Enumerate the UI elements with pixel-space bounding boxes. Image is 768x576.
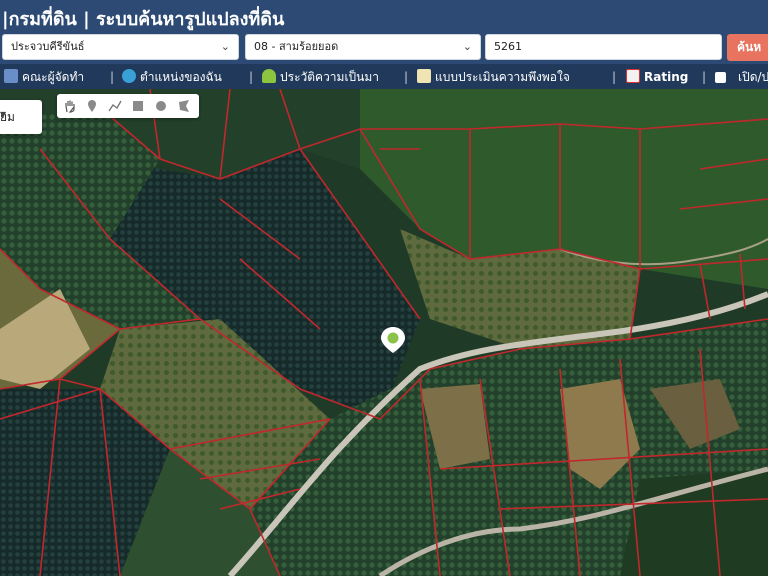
satellite-map[interactable] xyxy=(0,89,768,576)
checkbox-icon[interactable] xyxy=(715,72,726,83)
search-button-label: ค้นห xyxy=(737,40,762,54)
draw-toolbar xyxy=(57,94,199,118)
app-header: |กรมที่ดิน | ระบบค้นหารูปแปลงที่ดิน xyxy=(0,0,768,33)
map-canvas[interactable] xyxy=(0,89,768,576)
menu-divider: | xyxy=(404,70,409,84)
province-select[interactable]: ประจวบคีรีขันธ์ ⌄ xyxy=(2,34,239,60)
square-icon[interactable] xyxy=(129,97,147,115)
menu-item-history[interactable]: ประวัติความเป็นมา xyxy=(262,68,379,86)
circle-icon[interactable] xyxy=(152,97,170,115)
menu-item-toggle[interactable]: เปิด/ป xyxy=(715,68,768,86)
menu-bar: คณะผู้จัดทำ | ตำแหน่งของฉัน | ประวัติควา… xyxy=(0,64,768,89)
menu-item-label: ประวัติความเป็นมา xyxy=(280,70,380,84)
globe-icon xyxy=(122,69,136,83)
menu-item-survey[interactable]: แบบประเมินความพึงพอใจ xyxy=(417,68,570,86)
menu-item-my-location[interactable]: ตำแหน่งของฉัน xyxy=(122,68,222,86)
basemap-select[interactable]: ยม ▼ xyxy=(0,100,42,134)
chevron-down-icon: ⌄ xyxy=(462,40,472,53)
district-value: 08 - สามร้อยยอด xyxy=(254,40,339,53)
chart-icon xyxy=(626,69,640,83)
menu-item-rating[interactable]: Rating xyxy=(626,68,688,86)
line-icon[interactable] xyxy=(106,97,124,115)
sprout-icon xyxy=(262,69,276,83)
menu-divider: | xyxy=(702,70,707,84)
menu-item-label: Rating xyxy=(644,70,689,84)
chevron-down-icon: ⌄ xyxy=(220,40,230,53)
document-icon xyxy=(417,69,431,83)
menu-item-team[interactable]: คณะผู้จัดทำ xyxy=(4,68,84,86)
menu-divider: | xyxy=(110,70,115,84)
polygon-icon[interactable] xyxy=(175,97,193,115)
hand-icon[interactable] xyxy=(61,97,79,115)
menu-item-label: แบบประเมินความพึงพอใจ xyxy=(435,70,570,84)
district-select[interactable]: 08 - สามร้อยยอด ⌄ xyxy=(245,34,481,60)
page-title: |กรมที่ดิน | ระบบค้นหารูปแปลงที่ดิน xyxy=(2,9,285,30)
menu-divider: | xyxy=(612,70,617,84)
province-value: ประจวบคีรีขันธ์ xyxy=(11,40,85,53)
parcel-number-value: 5261 xyxy=(494,40,522,53)
menu-item-label: เปิด/ป xyxy=(738,70,768,84)
search-controls: ประจวบคีรีขันธ์ ⌄ 08 - สามร้อยยอด ⌄ 5261… xyxy=(0,33,768,64)
search-button[interactable]: ค้นห xyxy=(727,34,768,61)
parcel-number-input[interactable]: 5261 xyxy=(485,34,722,60)
pin-icon[interactable] xyxy=(83,97,101,115)
forest-area xyxy=(620,469,768,576)
caret-down-icon: ▼ xyxy=(0,110,7,119)
menu-item-label: ตำแหน่งของฉัน xyxy=(140,70,222,84)
menu-item-label: คณะผู้จัดทำ xyxy=(22,70,85,84)
team-icon xyxy=(4,69,18,83)
menu-divider: | xyxy=(249,70,254,84)
